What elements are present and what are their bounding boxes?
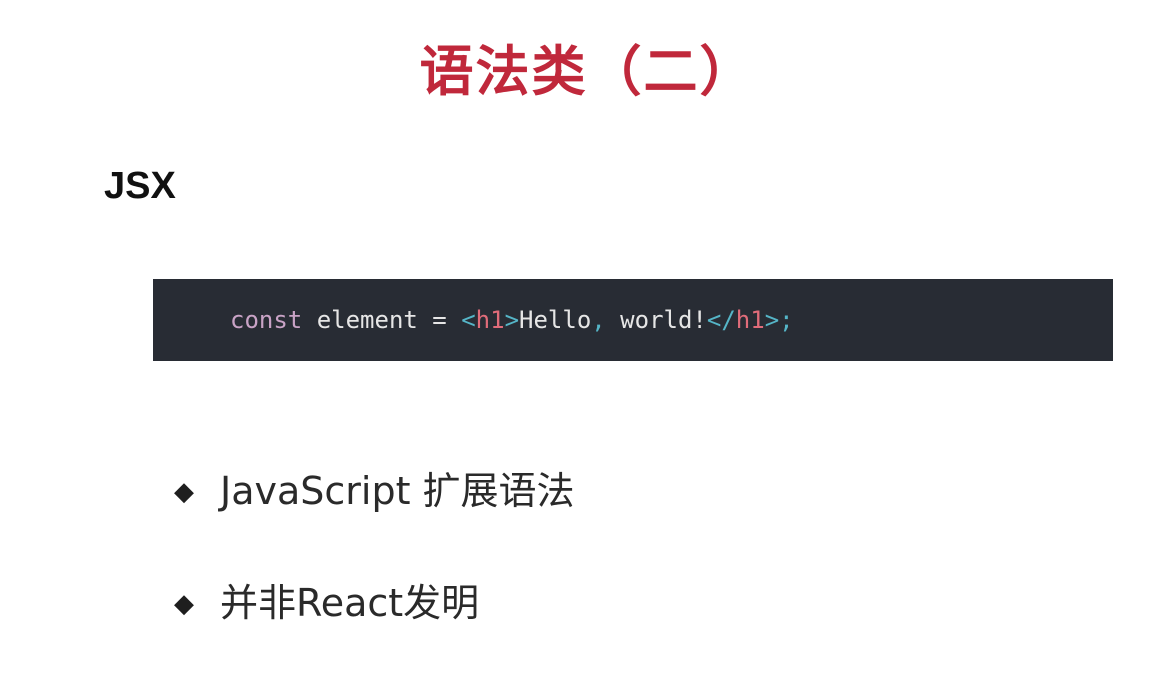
code-token-bracket: </ (706, 306, 736, 334)
slide-title: 语法类（二） (419, 40, 756, 103)
code-block: const element = < h1 > Hello, world! </h1 >; (153, 279, 1113, 361)
code-token-tag: h1 (475, 306, 505, 334)
bullet-text: JavaScript 扩展语法 (220, 469, 575, 514)
diamond-bullet-icon: ◆ (174, 589, 194, 619)
code-token-semicolon: ; (779, 306, 794, 334)
list-item: ◆ JavaScript 扩展语法 (174, 466, 575, 518)
code-token-bracket: > (504, 306, 520, 334)
code-token-keyword: const (230, 306, 303, 334)
bullet-list: ◆ JavaScript 扩展语法 ◆ 并非React发明 (174, 466, 575, 690)
slide: 语法类（二） JSX const element = < h1 > Hello, wo… (0, 0, 1175, 673)
code-token-text: Hello (519, 306, 592, 334)
code-token-bracket: > (764, 306, 780, 334)
code-token-punctuation: , (591, 306, 606, 334)
code-token-text: element = (302, 306, 462, 334)
bullet-text: 并非React发明 (220, 581, 480, 626)
list-item: ◆ 并非React发明 (174, 578, 575, 630)
code-token-bracket: < (461, 306, 476, 334)
code-token-tag: h1 (735, 306, 765, 334)
diamond-bullet-icon: ◆ (174, 477, 194, 507)
slide-subtitle: JSX (104, 165, 176, 207)
code-token-text: world! (605, 306, 707, 334)
